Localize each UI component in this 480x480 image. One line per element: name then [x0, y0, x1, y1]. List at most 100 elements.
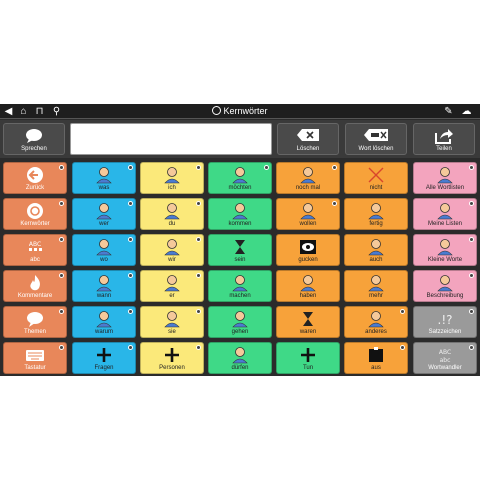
word-cell[interactable]: wollen: [276, 198, 340, 230]
cloud-gear-icon[interactable]: ☁: [460, 105, 473, 118]
corner-indicator: [196, 237, 201, 242]
word-label: aus: [371, 365, 381, 371]
corner-indicator: [332, 165, 337, 170]
walk-icon: [232, 311, 248, 328]
word-cell[interactable]: gehen: [208, 306, 272, 338]
description-icon: [437, 275, 453, 292]
word-cell[interactable]: möchten: [208, 162, 272, 194]
svg-text:ABC: ABC: [29, 241, 41, 248]
again-icon: [300, 167, 316, 184]
word-cell[interactable]: noch mal: [276, 162, 340, 194]
share-button[interactable]: Teilen: [413, 123, 475, 155]
nav-button-abc[interactable]: ABC abc: [3, 234, 67, 266]
word-cell[interactable]: wann: [72, 270, 136, 302]
word-cell[interactable]: fertig: [344, 198, 408, 230]
word-cell[interactable]: wir: [140, 234, 204, 266]
word-label: mehr: [369, 293, 383, 299]
word-cell[interactable]: Fragen: [72, 342, 136, 374]
word-label: wir: [168, 257, 176, 263]
word-label: Wortwandler: [428, 365, 462, 371]
word-cell[interactable]: Meine Listen: [413, 198, 477, 230]
nav-button-kommentare[interactable]: Kommentare: [3, 270, 67, 302]
nav-button-themen[interactable]: Themen: [3, 306, 67, 338]
corner-indicator: [469, 273, 474, 278]
corner-indicator: [264, 165, 269, 170]
word-label: er: [169, 293, 175, 299]
word-cell[interactable]: Alle Wortlisten: [413, 162, 477, 194]
word-label: wollen: [299, 221, 317, 227]
keyboard-icon: [26, 350, 44, 361]
word-label: möchten: [228, 185, 252, 191]
delete-word-icon: [364, 129, 388, 141]
word-cell[interactable]: nicht: [344, 162, 408, 194]
corner-indicator: [400, 345, 405, 350]
come-icon: [232, 203, 248, 220]
plus-icon: [97, 348, 111, 362]
corner-indicator: [128, 345, 133, 350]
person-self-icon: [164, 167, 180, 184]
word-lists-icon: [437, 167, 453, 184]
word-cell[interactable]: wo: [72, 234, 136, 266]
word-label: kommen: [228, 221, 252, 227]
word-cell[interactable]: was: [72, 162, 136, 194]
word-cell[interactable]: er: [140, 270, 204, 302]
word-label: sie: [168, 329, 176, 335]
word-cell[interactable]: gucken: [276, 234, 340, 266]
speak-button[interactable]: Sprechen: [3, 123, 65, 155]
word-cell[interactable]: Tun: [276, 342, 340, 374]
word-cell[interactable]: ABC abc Wortwandler: [413, 342, 477, 374]
word-label: gehen: [231, 329, 249, 335]
word-cell[interactable]: .!? Satzzeichen: [413, 306, 477, 338]
question-person-icon: [96, 167, 112, 184]
word-cell[interactable]: Kleine Worte: [413, 234, 477, 266]
word-cell[interactable]: machen: [208, 270, 272, 302]
nav-button-zurück[interactable]: Zurück: [3, 162, 67, 194]
out-icon: [369, 347, 383, 362]
word-cell[interactable]: sie: [140, 306, 204, 338]
nav-label: Tastatur: [24, 365, 46, 371]
word-cell[interactable]: warum: [72, 306, 136, 338]
word-cell[interactable]: waren: [276, 306, 340, 338]
word-cell[interactable]: du: [140, 198, 204, 230]
eye-icon: [300, 240, 316, 254]
nav-button-tastatur[interactable]: Tastatur: [3, 342, 67, 374]
word-cell[interactable]: Personen: [140, 342, 204, 374]
my-lists-icon: [437, 203, 453, 220]
corner-indicator: [196, 273, 201, 278]
word-cell[interactable]: auch: [344, 234, 408, 266]
corner-indicator: [128, 237, 133, 242]
word-cell[interactable]: anderes: [344, 306, 408, 338]
word-cell[interactable]: Beschreibung: [413, 270, 477, 302]
nav-label: Kommentare: [17, 293, 53, 299]
word-label: anderes: [365, 329, 387, 335]
why-icon: [96, 311, 112, 328]
speak-label: Sprechen: [21, 146, 47, 152]
delete-word-label: Wort löschen: [358, 146, 394, 152]
message-input[interactable]: [70, 123, 272, 155]
word-label: Beschreibung: [426, 293, 464, 299]
word-label: Fragen: [94, 365, 114, 371]
plus-icon: [165, 348, 179, 362]
more-icon: [368, 275, 384, 292]
nav-label: abc: [30, 257, 40, 263]
delete-word-button[interactable]: Wort löschen: [345, 123, 407, 155]
word-label: haben: [299, 293, 317, 299]
word-cell[interactable]: ich: [140, 162, 204, 194]
keyboard-grid-icon: ABC: [29, 241, 42, 251]
nav-button-kernwörter[interactable]: Kernwörter: [3, 198, 67, 230]
corner-indicator: [400, 309, 405, 314]
word-cell[interactable]: dürfen: [208, 342, 272, 374]
word-cell[interactable]: mehr: [344, 270, 408, 302]
word-changer-icon: ABCabc: [439, 349, 451, 364]
word-label: wann: [96, 293, 112, 299]
word-cell[interactable]: kommen: [208, 198, 272, 230]
delete-button[interactable]: Löschen: [277, 123, 339, 155]
word-cell[interactable]: haben: [276, 270, 340, 302]
word-label: Tun: [302, 365, 314, 371]
pencil-icon[interactable]: ✎: [442, 105, 455, 118]
title-icon: [212, 106, 222, 115]
word-cell[interactable]: sein: [208, 234, 272, 266]
word-cell[interactable]: wer: [72, 198, 136, 230]
word-cell[interactable]: aus: [344, 342, 408, 374]
corner-indicator: [196, 345, 201, 350]
